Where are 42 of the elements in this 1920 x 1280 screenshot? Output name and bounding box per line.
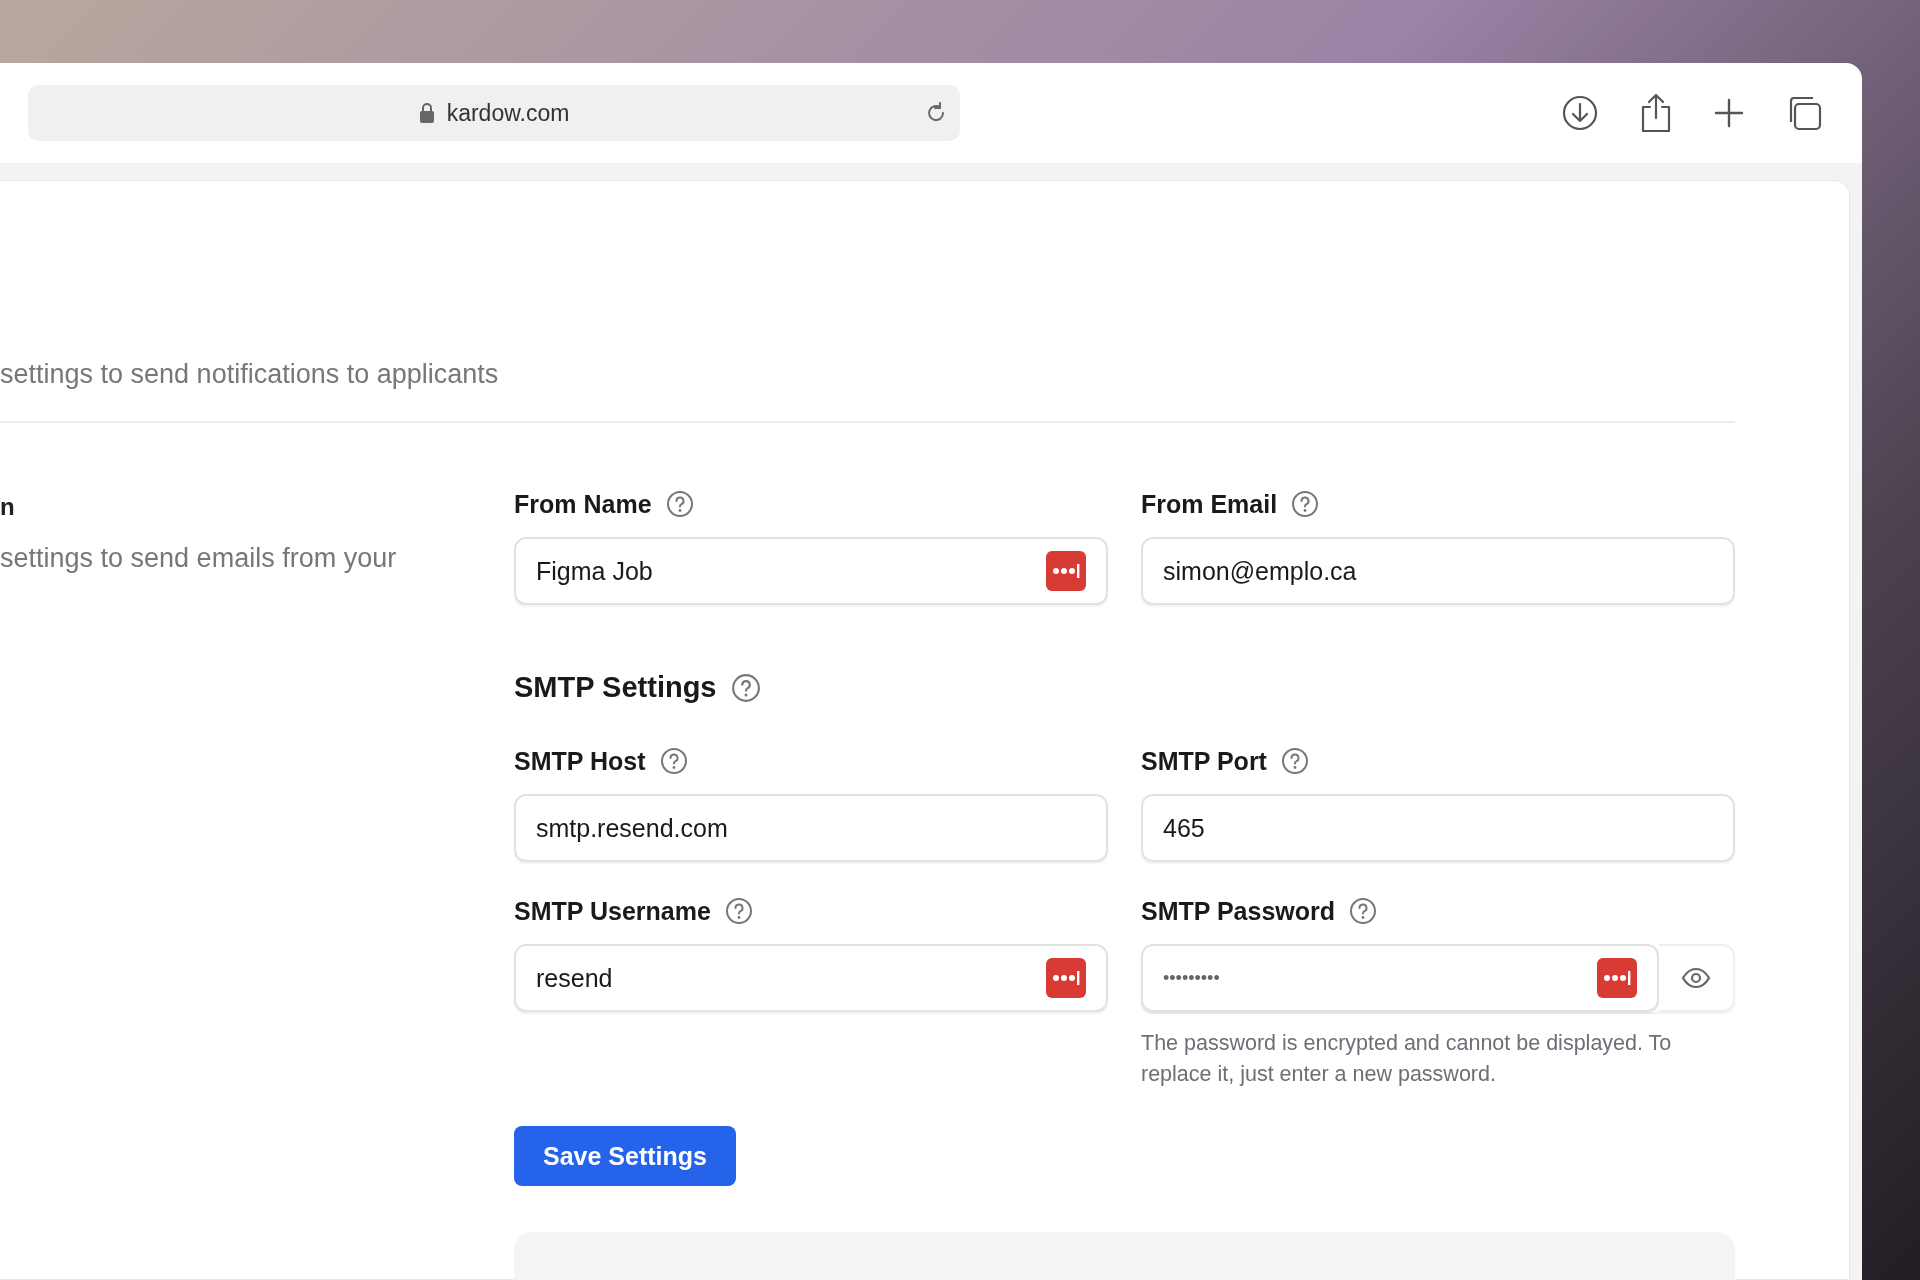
field-label: From Email bbox=[1141, 489, 1278, 519]
download-icon[interactable] bbox=[1562, 95, 1598, 131]
help-icon[interactable] bbox=[1349, 897, 1378, 925]
text-field[interactable]: smtp.resend.com bbox=[514, 794, 1108, 862]
help-text: The password is encrypted and cannot be displayed. To replace it, just enter a new password. bbox=[1141, 1030, 1673, 1088]
field-label: SMTP Port bbox=[1141, 746, 1267, 776]
help-icon[interactable] bbox=[730, 672, 761, 703]
field-value: smtp.resend.com bbox=[536, 813, 728, 843]
text-field[interactable]: resend bbox=[514, 944, 1108, 1012]
field-value: Figma Job bbox=[536, 556, 653, 586]
section-description: settings to send emails from your bbox=[0, 543, 398, 574]
text-field[interactable]: simon@emplo.ca bbox=[1141, 537, 1735, 605]
help-icon[interactable] bbox=[1291, 490, 1320, 518]
eye-icon bbox=[1681, 967, 1711, 989]
save-button[interactable]: Save Settings bbox=[514, 1126, 736, 1186]
text-field[interactable]: Figma Job bbox=[514, 537, 1108, 605]
field-value: resend bbox=[536, 963, 613, 993]
help-icon[interactable] bbox=[724, 897, 753, 925]
field-value: 465 bbox=[1163, 813, 1205, 843]
field-label: SMTP Password bbox=[1141, 896, 1336, 926]
help-icon[interactable] bbox=[659, 747, 688, 775]
plus-icon[interactable] bbox=[1714, 98, 1744, 128]
password-manager-icon[interactable] bbox=[1046, 958, 1086, 998]
help-icon[interactable] bbox=[1280, 747, 1309, 775]
password-field[interactable]: ••••••••• bbox=[1141, 944, 1659, 1012]
section-title: n bbox=[0, 493, 16, 521]
text-field[interactable]: 465 bbox=[1141, 794, 1735, 862]
url-text: kardow.com bbox=[446, 99, 570, 127]
field-value: ••••••••• bbox=[1163, 967, 1220, 989]
password-manager-icon[interactable] bbox=[1597, 958, 1637, 998]
help-icon[interactable] bbox=[665, 490, 694, 518]
page-description: settings to send notifications to applicants bbox=[0, 359, 500, 391]
share-icon[interactable] bbox=[1640, 93, 1672, 133]
section-heading: SMTP Settings bbox=[514, 671, 717, 704]
password-manager-icon[interactable] bbox=[1046, 551, 1086, 591]
field-label: SMTP Host bbox=[514, 746, 646, 776]
field-value: simon@emplo.ca bbox=[1163, 556, 1357, 586]
field-label: From Name bbox=[514, 489, 652, 519]
address-bar[interactable]: kardow.com bbox=[28, 85, 960, 141]
field-label: SMTP Username bbox=[514, 896, 711, 926]
show-password-button[interactable] bbox=[1659, 944, 1735, 1012]
lock-icon bbox=[418, 102, 435, 124]
